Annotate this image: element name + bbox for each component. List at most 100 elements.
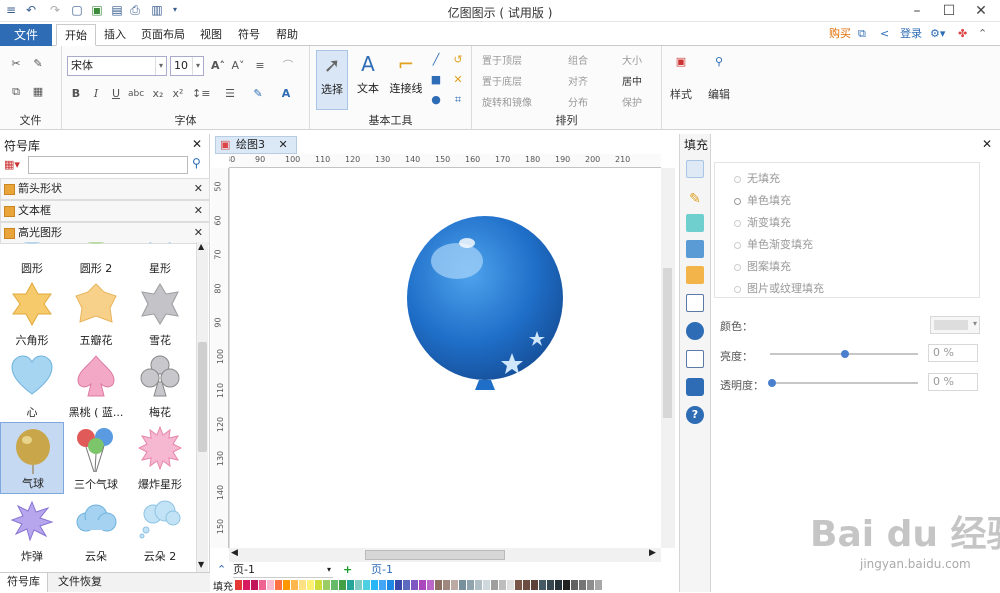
color-swatch[interactable] bbox=[395, 580, 402, 590]
line-tool-icon[interactable]: ╱ bbox=[428, 52, 444, 68]
color-swatch[interactable] bbox=[267, 580, 274, 590]
shape-star[interactable]: 星形 bbox=[128, 242, 192, 278]
library-scrollbar[interactable]: ▲ ▼ bbox=[196, 242, 208, 572]
color-picker[interactable]: ▾ bbox=[930, 316, 980, 334]
color-swatch[interactable] bbox=[555, 580, 562, 590]
color-swatch[interactable] bbox=[331, 580, 338, 590]
document-tab[interactable]: ▣ 绘图3 ✕ bbox=[215, 136, 297, 154]
italic-icon[interactable]: I bbox=[88, 86, 104, 102]
category-arrows[interactable]: 箭头形状 ✕ bbox=[0, 178, 210, 200]
ellipse-tool-icon[interactable]: ● bbox=[428, 92, 444, 108]
shape-snowflake[interactable]: 雪花 bbox=[128, 278, 192, 350]
canvas-vscroll-thumb[interactable] bbox=[663, 268, 672, 418]
login-link[interactable]: 登录 bbox=[900, 25, 922, 43]
subscript-icon[interactable]: x₂ bbox=[150, 86, 166, 102]
color-swatch[interactable] bbox=[355, 580, 362, 590]
color-swatch[interactable] bbox=[547, 580, 554, 590]
shape-spade[interactable]: 黑桃 ( 蓝... bbox=[64, 350, 128, 422]
color-swatch[interactable] bbox=[347, 580, 354, 590]
maximize-icon[interactable]: ☐ bbox=[938, 2, 960, 20]
drawing-page[interactable] bbox=[229, 168, 661, 548]
fill-option-gradient[interactable]: 渐变填充 bbox=[734, 214, 791, 230]
color-swatch[interactable] bbox=[451, 580, 458, 590]
hyperlink-tab-icon[interactable] bbox=[686, 322, 704, 340]
shape-three-balloons[interactable]: 三个气球 bbox=[64, 422, 128, 494]
color-swatch[interactable] bbox=[307, 580, 314, 590]
color-swatch[interactable] bbox=[315, 580, 322, 590]
settings-icon[interactable]: ⚙▾ bbox=[930, 25, 945, 43]
align-button[interactable]: 对齐 bbox=[568, 73, 588, 88]
close-category-icon[interactable]: ✕ bbox=[194, 179, 203, 199]
size-button[interactable]: 大小 bbox=[622, 52, 642, 67]
rectangle-tool-icon[interactable]: ■ bbox=[428, 72, 444, 88]
share-icon[interactable]: < bbox=[880, 25, 889, 43]
color-swatch[interactable] bbox=[323, 580, 330, 590]
color-swatch[interactable] bbox=[283, 580, 290, 590]
underline-icon[interactable]: U bbox=[108, 86, 124, 102]
line-spacing-icon[interactable]: ↕≡ bbox=[192, 86, 210, 102]
bold-icon[interactable]: B bbox=[68, 86, 84, 102]
color-swatch[interactable] bbox=[531, 580, 538, 590]
color-swatch[interactable] bbox=[339, 580, 346, 590]
brightness-value[interactable]: 0 % bbox=[928, 344, 978, 362]
color-swatch[interactable] bbox=[571, 580, 578, 590]
bullets-icon[interactable]: ☰ bbox=[222, 86, 238, 102]
color-swatch[interactable] bbox=[491, 580, 498, 590]
highlight-icon[interactable]: ✎ bbox=[250, 86, 266, 102]
cross-tool-icon[interactable]: ✕ bbox=[450, 72, 466, 88]
brightness-knob[interactable] bbox=[841, 350, 849, 358]
shrink-font-icon[interactable]: A˅ bbox=[230, 58, 246, 74]
scroll-up-icon[interactable]: ▲ bbox=[198, 242, 204, 251]
color-swatch[interactable] bbox=[411, 580, 418, 590]
page-tab[interactable]: 页-1 bbox=[371, 562, 393, 578]
font-size-combo[interactable]: 10 ▾ bbox=[170, 56, 204, 76]
tab-insert[interactable]: 插入 bbox=[98, 24, 132, 46]
shape-cloud-2[interactable]: 云朵 2 bbox=[128, 494, 192, 562]
color-palette[interactable]: 填充 bbox=[211, 578, 678, 593]
canvas-horizontal-scrollbar[interactable]: ◀ ▶ bbox=[229, 548, 661, 562]
tab-home[interactable]: 开始 bbox=[56, 24, 96, 46]
color-swatch[interactable] bbox=[499, 580, 506, 590]
send-to-back[interactable]: 置于底层 bbox=[482, 73, 522, 88]
crop-tool-icon[interactable]: ⌗ bbox=[450, 92, 466, 108]
color-swatch[interactable] bbox=[475, 580, 482, 590]
close-window-icon[interactable]: ✕ bbox=[970, 2, 992, 20]
color-swatch[interactable] bbox=[563, 580, 570, 590]
protect-button[interactable]: 保护 bbox=[622, 94, 642, 109]
attachment-tab-icon[interactable] bbox=[686, 350, 704, 368]
shape-hexagram[interactable]: 六角形 bbox=[0, 278, 64, 350]
transparency-slider[interactable] bbox=[770, 382, 918, 384]
category-highlight[interactable]: 高光图形 ✕ bbox=[0, 222, 210, 244]
shape-cloud[interactable]: 云朵 bbox=[64, 494, 128, 562]
curve-icon[interactable]: ⌒ bbox=[280, 58, 296, 74]
color-swatch[interactable] bbox=[299, 580, 306, 590]
rotate-mirror[interactable]: 旋转和镜像 bbox=[482, 94, 532, 109]
color-swatch[interactable] bbox=[467, 580, 474, 590]
close-library-icon[interactable]: ✕ bbox=[192, 137, 202, 151]
color-swatch[interactable] bbox=[443, 580, 450, 590]
color-swatch[interactable] bbox=[539, 580, 546, 590]
transparency-knob[interactable] bbox=[768, 379, 776, 387]
shadow-tab-icon[interactable] bbox=[686, 214, 704, 232]
balloon-shape[interactable] bbox=[405, 213, 565, 403]
shape-explosion-star[interactable]: 爆炸星形 bbox=[128, 422, 192, 494]
grow-font-icon[interactable]: A˄ bbox=[210, 58, 226, 74]
theme-icon[interactable]: ✤ bbox=[958, 25, 967, 43]
color-swatch[interactable] bbox=[291, 580, 298, 590]
strikethrough-icon[interactable]: abc bbox=[128, 86, 144, 102]
image-tab-icon[interactable] bbox=[686, 240, 704, 258]
tab-library[interactable]: 符号库 bbox=[0, 573, 48, 592]
fill-option-solid[interactable]: 单色填充 bbox=[734, 192, 791, 208]
distribute-button[interactable]: 分布 bbox=[568, 94, 588, 109]
color-swatch[interactable] bbox=[435, 580, 442, 590]
color-swatch[interactable] bbox=[419, 580, 426, 590]
font-color-icon[interactable]: A bbox=[278, 86, 294, 102]
color-swatch[interactable] bbox=[379, 580, 386, 590]
page-collapse-icon[interactable]: ⌃ bbox=[217, 562, 226, 578]
fill-tab-icon[interactable] bbox=[686, 160, 704, 178]
select-button[interactable]: ➚ 选择 bbox=[316, 50, 348, 110]
transparency-value[interactable]: 0 % bbox=[928, 373, 978, 391]
color-swatch[interactable] bbox=[459, 580, 466, 590]
tab-help[interactable]: 帮助 bbox=[270, 24, 304, 46]
color-swatch[interactable] bbox=[275, 580, 282, 590]
